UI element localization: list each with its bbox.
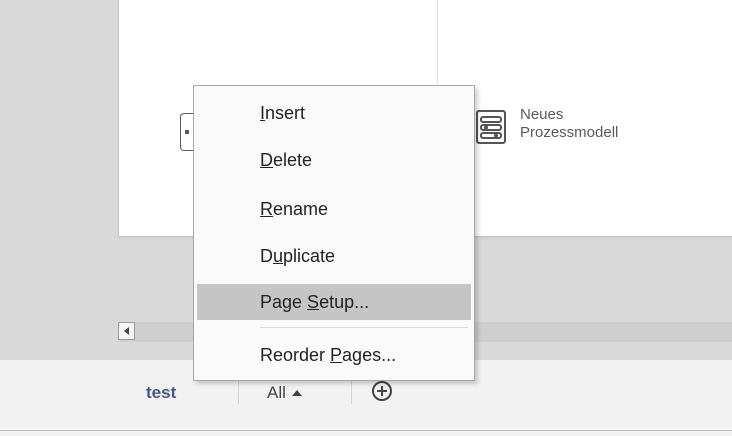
scroll-left-arrow-icon[interactable]: [118, 322, 135, 340]
menu-item-rename[interactable]: Rename: [197, 191, 471, 227]
process-model-label-line1: Neues: [520, 106, 564, 123]
process-model-label-line2: Prozessmodell: [520, 124, 619, 141]
menu-item-reorder-pages[interactable]: Reorder Pages...: [197, 337, 471, 373]
menu-item-label: Page Setup...: [260, 292, 370, 312]
process-model-label[interactable]: Neues Prozessmodell: [520, 106, 618, 142]
all-pages-label: All: [267, 383, 286, 402]
tab-separator: [351, 378, 352, 404]
menu-item-label: Rename: [260, 199, 329, 219]
menu-item-duplicate[interactable]: Duplicate: [197, 238, 471, 274]
menu-item-label: Delete: [260, 150, 313, 170]
process-model-icon[interactable]: [476, 110, 506, 144]
context-menu: Insert Delete Rename Duplicate Page Setu…: [193, 85, 475, 381]
menu-item-insert[interactable]: Insert: [197, 95, 471, 131]
page-tab-test[interactable]: test: [146, 383, 176, 403]
triangle-up-icon: [291, 390, 302, 396]
menu-separator: [260, 327, 468, 328]
tab-bar-divider: [0, 430, 732, 431]
menu-item-label: Duplicate: [260, 246, 336, 266]
menu-item-page-setup[interactable]: Page Setup...: [197, 284, 471, 320]
menu-item-label: Reorder Pages...: [260, 345, 397, 365]
menu-item-delete[interactable]: Delete: [197, 142, 471, 178]
menu-item-label: Insert: [260, 103, 306, 123]
all-pages-tab[interactable]: All: [267, 383, 302, 403]
add-page-icon[interactable]: [372, 381, 392, 401]
tab-separator: [238, 378, 239, 404]
